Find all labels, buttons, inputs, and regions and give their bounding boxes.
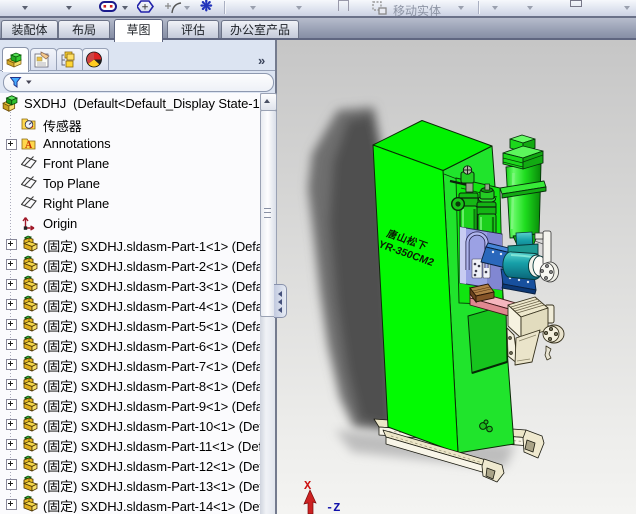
svg-text:-Z: -Z	[326, 501, 340, 514]
